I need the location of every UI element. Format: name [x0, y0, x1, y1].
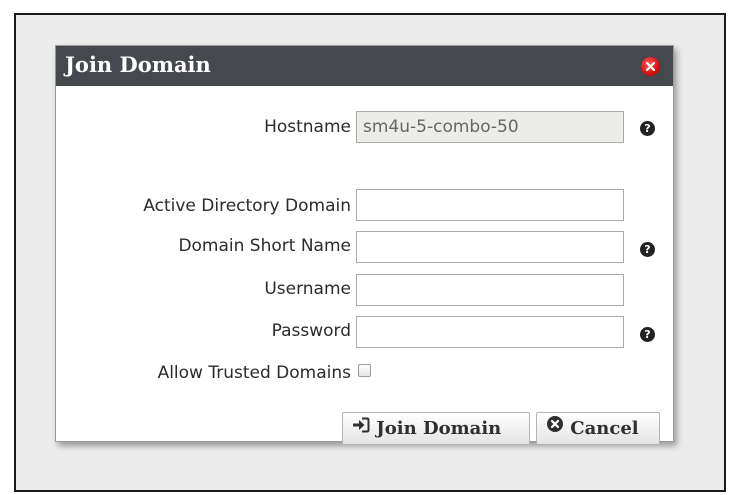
short-name-help-icon[interactable]: ? — [640, 242, 655, 257]
dialog-title: Join Domain — [65, 52, 211, 77]
password-field[interactable] — [356, 316, 624, 348]
close-icon[interactable] — [641, 57, 660, 76]
sign-in-icon — [352, 412, 370, 443]
trusted-domains-checkbox[interactable] — [358, 364, 371, 377]
dialog-titlebar: Join Domain — [56, 46, 673, 86]
username-label: Username — [264, 279, 351, 299]
password-label: Password — [271, 321, 351, 341]
ad-domain-field[interactable] — [356, 189, 624, 221]
cancel-button[interactable]: Cancel — [536, 412, 660, 445]
circle-x-icon — [546, 412, 564, 443]
ad-domain-label: Active Directory Domain — [143, 196, 351, 216]
short-name-field[interactable] — [356, 231, 624, 263]
short-name-label: Domain Short Name — [178, 236, 351, 256]
hostname-label: Hostname — [264, 117, 351, 137]
cancel-button-label: Cancel — [570, 418, 639, 439]
username-field[interactable] — [356, 274, 624, 306]
password-help-icon[interactable]: ? — [640, 327, 655, 342]
join-domain-button-label: Join Domain — [376, 418, 502, 439]
hostname-help-icon[interactable]: ? — [640, 121, 655, 136]
hostname-field[interactable] — [356, 111, 624, 143]
trusted-domains-label: Allow Trusted Domains — [157, 363, 351, 383]
join-domain-button[interactable]: Join Domain — [342, 412, 530, 445]
join-domain-dialog: Join Domain Hostname ? Active Directory … — [55, 45, 674, 445]
